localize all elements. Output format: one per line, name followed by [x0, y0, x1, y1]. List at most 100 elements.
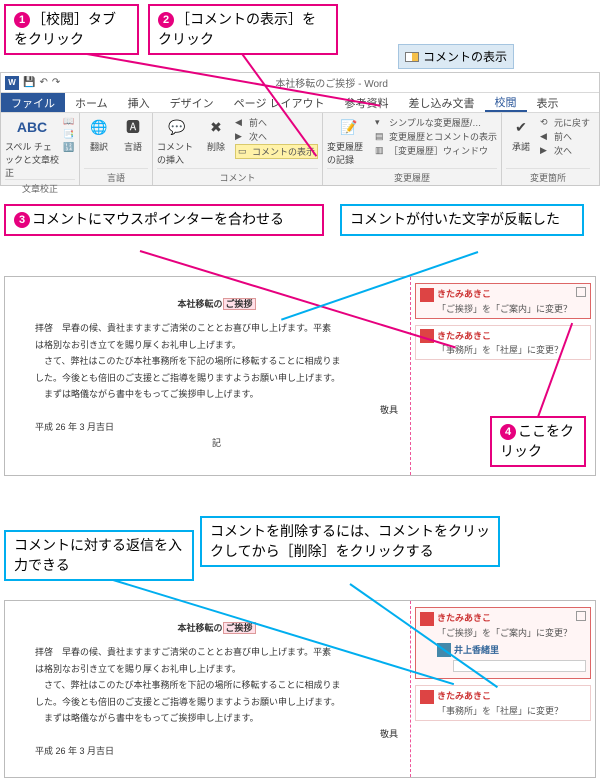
heading-highlighted-2: ご挨拶 [223, 622, 256, 634]
comment-1b-reply-button[interactable] [576, 611, 586, 621]
doc2-date: 平成 26 年 3 月吉日 [35, 744, 398, 758]
callout-6: コメントに対する返信を入力できる [4, 530, 194, 581]
language-button[interactable]: 🅰言語 [118, 116, 148, 153]
document-panel-2: 本社移転のご挨拶 拝啓 早春の候、貴社ますますご清栄のこととお喜び申し上げます。… [4, 600, 596, 778]
delete-comment-button[interactable]: ✖削除 [201, 116, 231, 153]
show-comments-small-label: コメントの表示 [252, 145, 315, 158]
doc2-line-3: さて、弊社はこのたび本社事務所を下記の場所に移転することに相成りま [35, 678, 398, 692]
next-change-icon: ▶ [540, 145, 552, 157]
comment-1b[interactable]: きたみあきこ 「ご挨拶」を「ご案内」に変更？ 井上香緒里 [415, 607, 591, 679]
comment-1b-author: きたみあきこ [437, 613, 491, 623]
group-language: 🌐 翻訳 🅰言語 言語 [80, 113, 153, 185]
prev-change-button[interactable]: ◀前へ [540, 130, 590, 143]
doc-separator: 記 [35, 436, 398, 450]
tab-file[interactable]: ファイル [1, 93, 65, 112]
show-comments-sample-button[interactable]: コメントの表示 [398, 44, 514, 69]
callout-1: 1［校閲］タブをクリック [4, 4, 139, 55]
translate-icon: 🌐 [88, 116, 110, 138]
reject-icon: ⟲ [540, 117, 552, 129]
tab-design[interactable]: デザイン [160, 93, 224, 112]
new-comment-label: コメントの挿入 [157, 140, 197, 166]
heading-pre-2: 本社移転の [177, 623, 222, 633]
qat-redo-icon[interactable]: ↷ [52, 77, 60, 88]
step-badge-4: 4 [500, 424, 516, 440]
comment-2-author: きたみあきこ [437, 331, 491, 341]
avatar-icon [420, 612, 434, 626]
next-change-label: 次へ [554, 144, 572, 157]
comment-pane-2: きたみあきこ 「ご挨拶」を「ご案内」に変更？ 井上香緒里 きたみあきこ 「事務所… [410, 601, 595, 777]
callout-7: コメントを削除するには、コメントをクリックしてから［削除］をクリックする [200, 516, 500, 567]
tab-mailings[interactable]: 差し込み文書 [399, 93, 485, 112]
track-changes-icon: 📝 [338, 116, 360, 138]
tab-review[interactable]: 校閲 [485, 93, 527, 112]
document-page-2: 本社移転のご挨拶 拝啓 早春の候、貴社ますますご清栄のこととお喜び申し上げます。… [5, 601, 410, 777]
accept-icon: ✔ [510, 116, 532, 138]
word-window: W 💾 ↶ ↷ 本社移転のご挨拶 - Word ファイル ホーム 挿入 デザイン… [0, 72, 600, 186]
track-changes-button[interactable]: 📝変更履歴の記録 [327, 116, 371, 166]
markup-view-label: シンプルな変更履歴/… [389, 116, 481, 129]
show-markup-icon: ▤ [375, 131, 387, 143]
avatar-icon [420, 288, 434, 302]
tab-insert[interactable]: 挿入 [118, 93, 160, 112]
reject-button[interactable]: ⟲元に戻す [540, 116, 590, 129]
group-proofing-label: 文章校正 [5, 179, 75, 195]
translate-label: 翻訳 [90, 140, 108, 153]
step-badge-2: 2 [158, 12, 174, 28]
document-page: 本社移転のご挨拶 拝啓 早春の候、貴社ますますご清栄のこととお喜び申し上げます。… [5, 277, 410, 475]
comment-1-text: 「ご挨拶」を「ご案内」に変更？ [420, 302, 586, 315]
callout-2-text: ［コメントの表示］をクリック [158, 11, 316, 47]
doc2-closing: 敬具 [35, 727, 398, 741]
accept-button[interactable]: ✔承諾 [506, 116, 536, 153]
pane-icon: ▥ [375, 145, 387, 157]
qat-undo-icon[interactable]: ↶ [39, 77, 47, 88]
heading-pre: 本社移転の [177, 299, 222, 309]
group-comments: 💬コメントの挿入 ✖削除 ◀前へ ▶次へ ▭コメントの表示 コメント [153, 113, 323, 185]
prev-comment-button[interactable]: ◀前へ [235, 116, 318, 129]
callout-3-text: コメントにマウスポインターを合わせる [32, 211, 284, 227]
show-comments-button[interactable]: ▭コメントの表示 [235, 144, 318, 159]
quick-access-toolbar: W 💾 ↶ ↷ [1, 76, 64, 90]
reviewing-pane-label: ［変更履歴］ウィンドウ [389, 144, 488, 157]
doc2-line-2: は格別なお引き立てを賜り厚くお礼申し上げます。 [35, 662, 398, 676]
reviewing-pane-button[interactable]: ▥［変更履歴］ウィンドウ [375, 144, 497, 157]
group-tracking: 📝変更履歴の記録 ▾シンプルな変更履歴/… ▤変更履歴とコメントの表示 ▥［変更… [323, 113, 502, 185]
doc-line-4: した。今後とも倍旧のご支援とご指導を賜りますようお願い申し上げます。 [35, 371, 398, 385]
doc-heading-2: 本社移転のご挨拶 [35, 621, 398, 635]
ribbon-tabs: ファイル ホーム 挿入 デザイン ページ レイアウト 参考資料 差し込み文書 校… [1, 93, 599, 113]
doc-line-5: まずは略儀ながら書中をもってご挨拶申し上げます。 [35, 387, 398, 401]
doc-line-2: は格別なお引き立てを賜り厚くお礼申し上げます。 [35, 338, 398, 352]
comment-2b-text: 「事務所」を「社屋」に変更？ [420, 704, 586, 717]
qat-save-icon[interactable]: 💾 [23, 77, 35, 88]
language-label: 言語 [124, 140, 142, 153]
spellcheck-icon: ABC [21, 116, 43, 138]
tab-home[interactable]: ホーム [65, 93, 118, 112]
doc-closing: 敬具 [35, 403, 398, 417]
doc-line-1: 拝啓 早春の候、貴社ますますご清栄のこととお喜び申し上げます。平素 [35, 321, 398, 335]
reply-author: 井上香緒里 [454, 645, 499, 655]
window-title: 本社移転のご挨拶 - Word [64, 75, 599, 90]
define-button[interactable]: 📖 [63, 116, 75, 128]
group-changes-label: 変更箇所 [506, 168, 590, 184]
reject-label: 元に戻す [554, 116, 590, 129]
comment-1[interactable]: きたみあきこ 「ご挨拶」を「ご案内」に変更？ [415, 283, 591, 319]
thesaurus-button[interactable]: 📑 [63, 129, 75, 141]
comment-2b[interactable]: きたみあきこ 「事務所」を「社屋」に変更？ [415, 685, 591, 721]
spellcheck-button[interactable]: ABC スペル チェックと文章校正 [5, 116, 59, 179]
wordcount-icon: 🔢 [63, 142, 75, 154]
doc-line-3: さて、弊社はこのたび本社事務所を下記の場所に移転することに相成りま [35, 354, 398, 368]
delete-comment-label: 削除 [207, 140, 225, 153]
markup-view-dropdown[interactable]: ▾シンプルな変更履歴/… [375, 116, 497, 129]
new-comment-button[interactable]: 💬コメントの挿入 [157, 116, 197, 166]
show-markup-button[interactable]: ▤変更履歴とコメントの表示 [375, 130, 497, 143]
callout-3: 3コメントにマウスポインターを合わせる [4, 204, 324, 236]
dropdown-icon: ▾ [375, 117, 387, 129]
prev-change-label: 前へ [554, 130, 572, 143]
tab-view[interactable]: 表示 [527, 93, 569, 112]
translate-button[interactable]: 🌐 翻訳 [84, 116, 114, 153]
group-language-label: 言語 [84, 168, 148, 184]
ribbon-content: ABC スペル チェックと文章校正 📖 📑 🔢 文章校正 🌐翻訳 🅰言語 [1, 113, 599, 185]
comment-1-reply-button[interactable] [576, 287, 586, 297]
prev-change-icon: ◀ [540, 131, 552, 143]
wordcount-button[interactable]: 🔢 [63, 142, 75, 154]
next-change-button[interactable]: ▶次へ [540, 144, 590, 157]
